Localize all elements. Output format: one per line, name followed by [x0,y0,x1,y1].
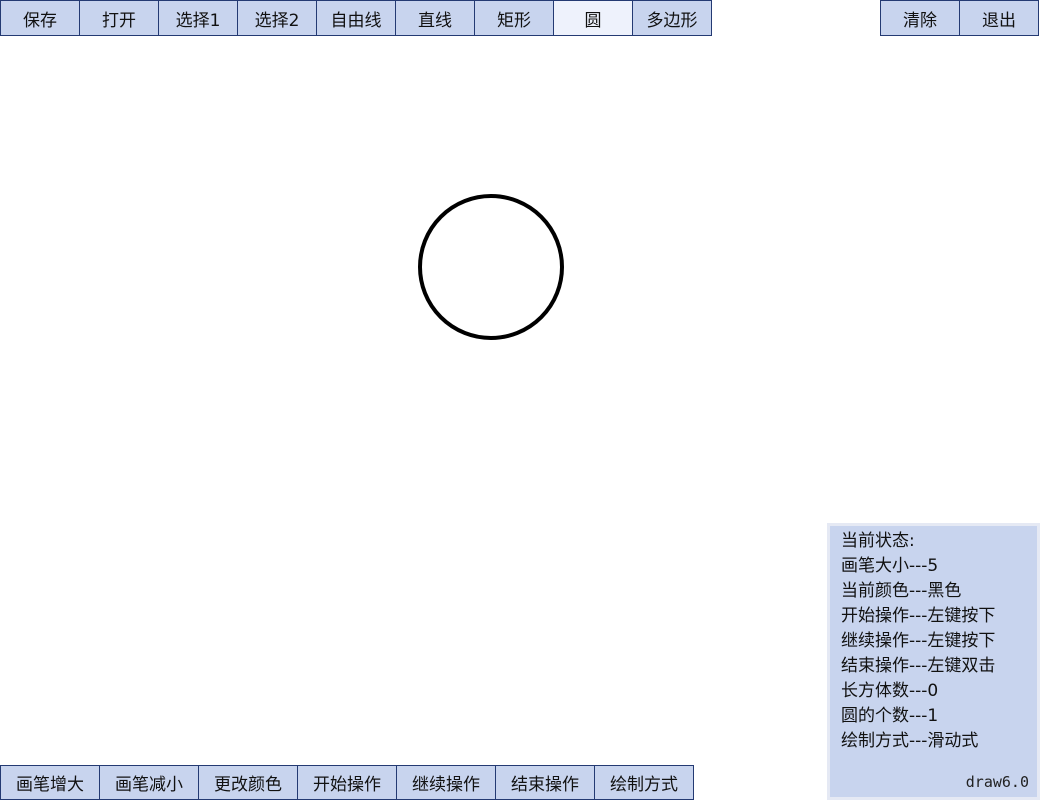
status-current-color: 当前颜色---黑色 [841,581,962,601]
status-pen-size: 画笔大小---5 [841,556,939,576]
draw-mode-button[interactable]: 绘制方式 [594,765,694,800]
polygon-button[interactable]: 多边形 [632,0,712,36]
select1-button[interactable]: 选择1 [158,0,238,36]
status-end-operation: 结束操作---左键双击 [841,656,996,676]
drawn-circle [418,194,564,340]
open-button[interactable]: 打开 [79,0,159,36]
start-operation-button[interactable]: 开始操作 [297,765,397,800]
status-circle-count: 圆的个数---1 [841,706,939,726]
status-cuboid-count: 长方体数---0 [841,681,939,701]
clear-button[interactable]: 清除 [880,0,960,36]
end-operation-button[interactable]: 结束操作 [495,765,595,800]
save-button[interactable]: 保存 [0,0,80,36]
pen-decrease-button[interactable]: 画笔减小 [99,765,199,800]
status-title: 当前状态: [841,531,915,551]
exit-button[interactable]: 退出 [959,0,1039,36]
circle-button[interactable]: 圆 [553,0,633,36]
status-panel: 当前状态: 画笔大小---5 当前颜色---黑色 开始操作---左键按下 继续操… [827,523,1040,800]
select2-button[interactable]: 选择2 [237,0,317,36]
line-button[interactable]: 直线 [395,0,475,36]
pen-increase-button[interactable]: 画笔增大 [0,765,100,800]
continue-operation-button[interactable]: 继续操作 [396,765,496,800]
top-right-toolbar: 清除 退出 [880,0,1039,36]
status-draw-mode: 绘制方式---滑动式 [841,731,979,751]
bottom-toolbar: 画笔增大 画笔减小 更改颜色 开始操作 继续操作 结束操作 绘制方式 [0,765,694,800]
rectangle-button[interactable]: 矩形 [474,0,554,36]
drawing-canvas[interactable]: 保存 打开 选择1 选择2 自由线 直线 矩形圆多边形 清除 退出 画笔增大 画笔减小 更改颜色开… [0,0,1040,800]
top-toolbar: 保存 打开 选择1 选择2 自由线 直线 矩形圆多边形 [0,0,712,36]
status-start-operation: 开始操作---左键按下 [841,606,996,626]
version-label: draw6.0 [965,773,1029,791]
freehand-button[interactable]: 自由线 [316,0,396,36]
status-continue-operation: 继续操作---左键按下 [841,631,996,651]
change-color-button[interactable]: 更改颜色 [198,765,298,800]
